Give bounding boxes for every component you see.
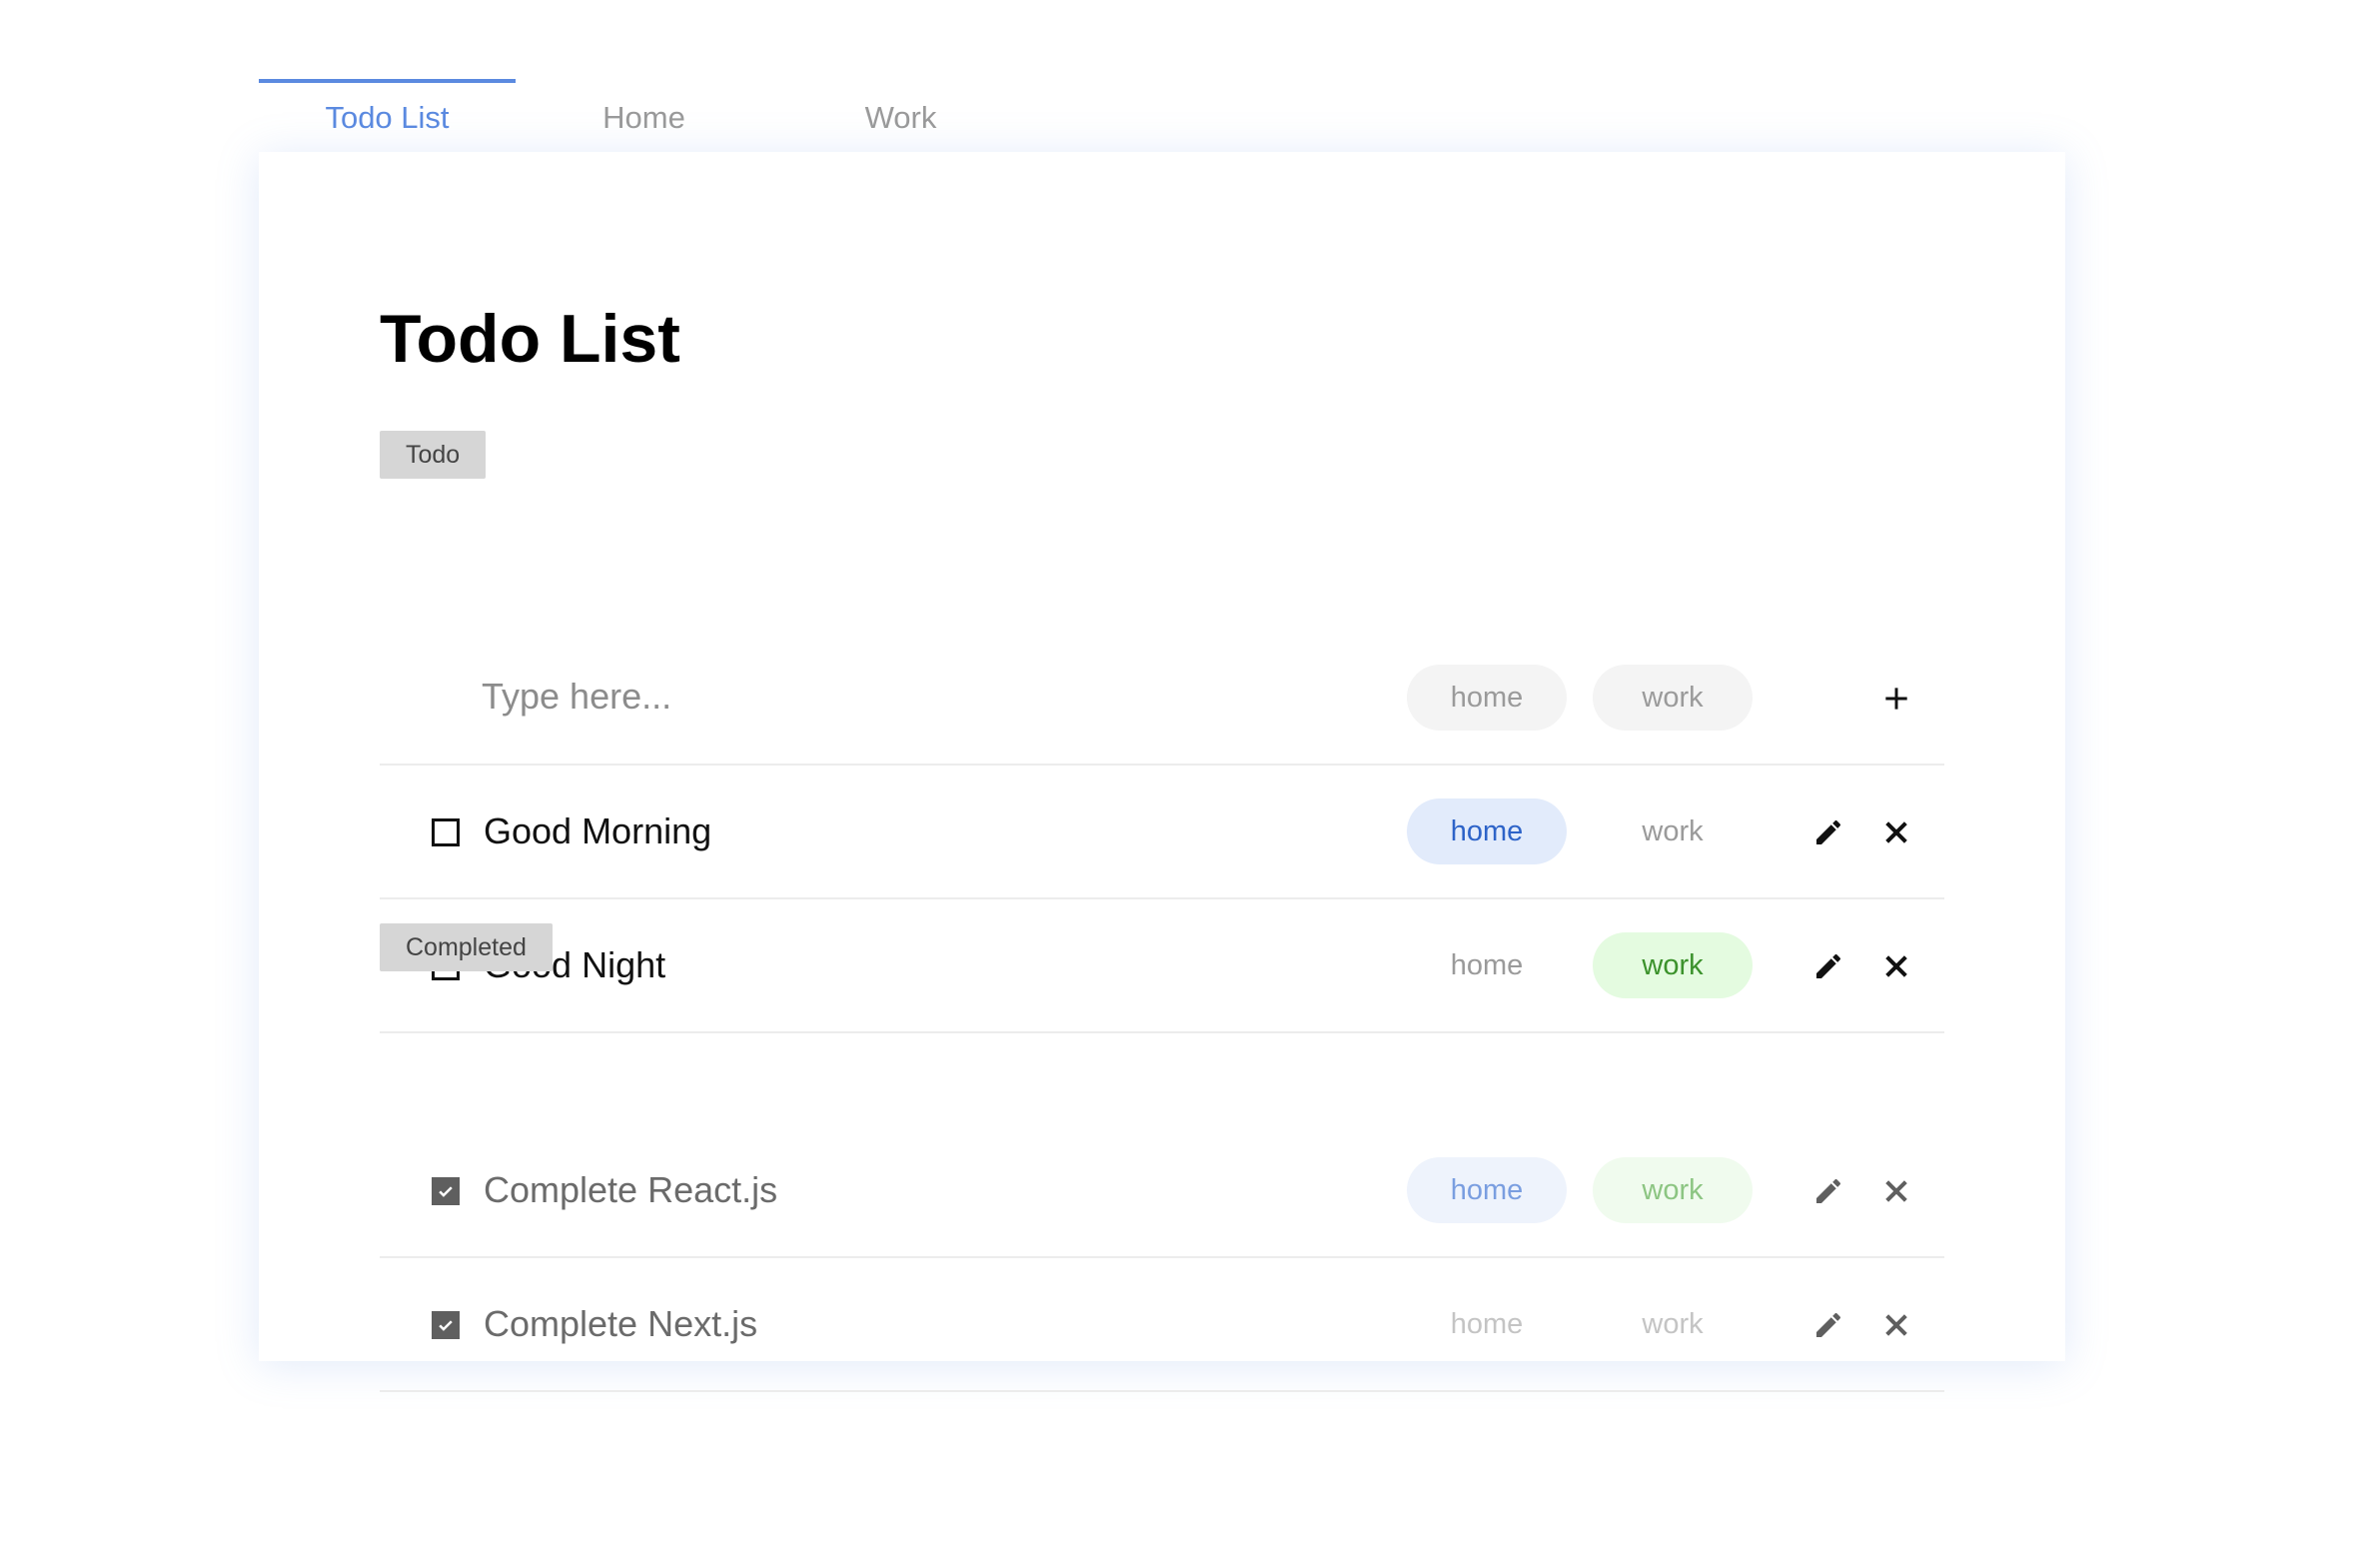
new-todo-row: home work bbox=[380, 632, 1944, 766]
delete-todo-button[interactable] bbox=[1878, 948, 1914, 984]
new-todo-work-tag[interactable]: work bbox=[1593, 665, 1753, 731]
pencil-icon bbox=[1816, 1312, 1841, 1337]
todo-checkbox[interactable] bbox=[432, 1311, 460, 1339]
todo-home-tag[interactable]: home bbox=[1407, 932, 1567, 998]
todo-work-tag[interactable]: work bbox=[1593, 798, 1753, 864]
todo-item: Good Night home work bbox=[380, 899, 1944, 1033]
tab-home[interactable]: Home bbox=[516, 79, 772, 153]
todo-text: Good Morning bbox=[484, 810, 712, 851]
checkmark-icon bbox=[439, 1320, 453, 1331]
completed-item: Complete React.js home work bbox=[380, 1124, 1944, 1258]
close-icon bbox=[1885, 955, 1907, 977]
plus-icon bbox=[1885, 688, 1907, 710]
pencil-icon bbox=[1816, 819, 1841, 844]
todo-home-tag[interactable]: home bbox=[1407, 1157, 1567, 1223]
todo-work-tag[interactable]: work bbox=[1593, 1291, 1753, 1357]
edit-todo-button[interactable] bbox=[1810, 1173, 1846, 1209]
todo-home-tag[interactable]: home bbox=[1407, 1291, 1567, 1357]
todo-home-tag[interactable]: home bbox=[1407, 798, 1567, 864]
edit-todo-button[interactable] bbox=[1810, 948, 1846, 984]
page-title: Todo List bbox=[380, 301, 680, 377]
todo-checkbox[interactable] bbox=[432, 818, 460, 846]
close-icon bbox=[1885, 1180, 1907, 1202]
new-todo-input[interactable] bbox=[480, 668, 1363, 726]
edit-todo-button[interactable] bbox=[1810, 1307, 1846, 1343]
tab-work[interactable]: Work bbox=[772, 79, 1029, 153]
todo-checkbox[interactable] bbox=[432, 1177, 460, 1205]
todo-work-tag[interactable]: work bbox=[1593, 932, 1753, 998]
edit-todo-button[interactable] bbox=[1810, 814, 1846, 850]
checkmark-icon bbox=[439, 1186, 453, 1197]
todo-item: Good Morning home work bbox=[380, 766, 1944, 899]
delete-todo-button[interactable] bbox=[1878, 814, 1914, 850]
completed-section-label: Completed bbox=[380, 923, 553, 971]
completed-item: Complete Next.js home work bbox=[380, 1258, 1944, 1392]
delete-todo-button[interactable] bbox=[1878, 1307, 1914, 1343]
todo-text: Complete Next.js bbox=[484, 1303, 758, 1344]
close-icon bbox=[1885, 821, 1907, 843]
todo-card: Todo List Todo home work Good Morning ho… bbox=[259, 152, 2065, 1392]
delete-todo-button[interactable] bbox=[1878, 1173, 1914, 1209]
new-todo-home-tag[interactable]: home bbox=[1407, 665, 1567, 731]
tab-todo-list[interactable]: Todo List bbox=[259, 79, 516, 153]
add-todo-button[interactable] bbox=[1878, 681, 1914, 717]
tab-bar: Todo List Home Work bbox=[259, 79, 1029, 153]
close-icon bbox=[1885, 1314, 1907, 1336]
todo-text: Complete React.js bbox=[484, 1169, 778, 1210]
pencil-icon bbox=[1816, 953, 1841, 978]
todo-work-tag[interactable]: work bbox=[1593, 1157, 1753, 1223]
pencil-icon bbox=[1816, 1178, 1841, 1203]
todo-section-label: Todo bbox=[380, 431, 487, 479]
